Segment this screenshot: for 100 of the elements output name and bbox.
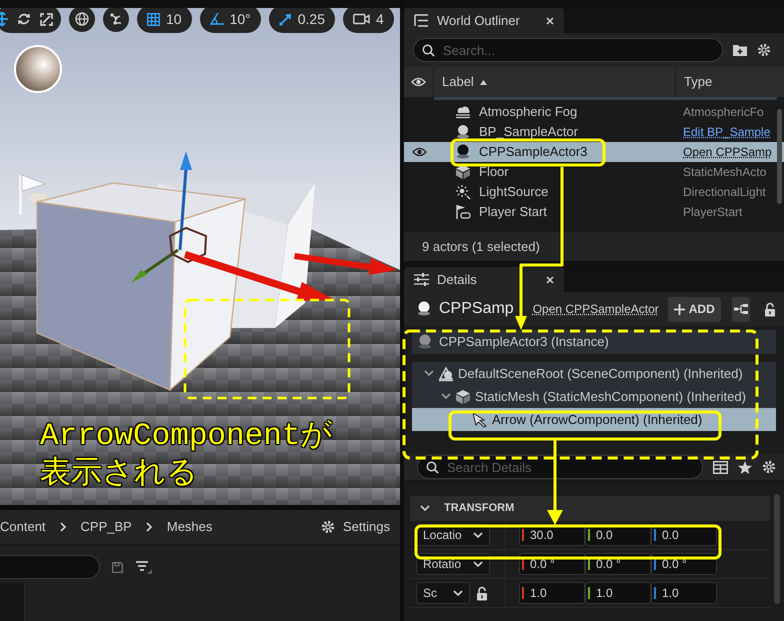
flag-with-gamepad-icon [455, 204, 471, 220]
outliner-row[interactable]: CPPSampleActor3 Open CPPSamp [404, 142, 784, 162]
open-source-link[interactable]: Open CPPSampleActor [532, 300, 659, 318]
actor-type: PlayerStart [682, 204, 742, 221]
save-icon[interactable] [112, 562, 123, 572]
angle-icon [210, 13, 224, 25]
settings-button[interactable]: Settings [321, 517, 390, 537]
grid-icon [147, 12, 160, 26]
component-row[interactable]: DefaultSceneRoot (SceneComponent) (Inherited) [412, 362, 776, 385]
property-dropdown[interactable]: Sc [416, 582, 470, 604]
close-icon[interactable] [546, 16, 554, 24]
expand-chevron-icon[interactable] [424, 370, 434, 377]
chevron-down-icon[interactable] [473, 560, 483, 568]
viewport-scene-drawing[interactable] [0, 8, 400, 505]
breadcrumb-link[interactable]: CPP_BP [80, 517, 132, 537]
rotate-icon[interactable] [17, 12, 31, 26]
number-field[interactable]: 1.0 [585, 582, 651, 604]
filter-icon[interactable] [135, 560, 152, 574]
number-field[interactable]: 1.0 [519, 582, 585, 604]
instance-row[interactable]: CPPSampleActor3 (Instance) [412, 330, 776, 354]
sun-icon [455, 184, 471, 200]
sphere-on-base-icon [417, 334, 433, 350]
actor-label: LightSource [479, 183, 548, 202]
component-row[interactable]: StaticMesh (StaticMeshComponent) (Inherited) [412, 385, 776, 408]
scene-root-icon [438, 366, 454, 382]
scrollbar-thumb[interactable] [774, 494, 780, 604]
camera-icon [353, 13, 370, 25]
outliner-row[interactable]: BP_SampleActor Edit BP_Sample [404, 122, 784, 142]
actor-type-link[interactable]: Open CPPSamp [676, 143, 772, 161]
actor-type: DirectionalLight [682, 184, 766, 201]
breadcrumb-link[interactable]: Content [0, 517, 46, 537]
actor-label: Atmospheric Fog [479, 103, 578, 122]
actor-label: Floor [479, 163, 509, 182]
arrow-pointer-icon [472, 412, 488, 428]
search-field[interactable] [0, 555, 100, 579]
breadcrumb-separator-icon[interactable] [146, 522, 153, 532]
add-component-button[interactable]: ADD [668, 296, 721, 322]
search-icon [422, 44, 435, 56]
padlock-open-icon[interactable] [764, 302, 776, 316]
actor-label: BP_SampleActor [479, 123, 578, 142]
breadcrumb-separator-icon[interactable] [60, 522, 67, 532]
chevron-down-icon[interactable] [453, 590, 463, 596]
tab-title: Details [437, 270, 477, 289]
search-box[interactable]: Search... [413, 38, 723, 62]
number-field[interactable]: 1.0 [651, 582, 717, 604]
cube-icon [455, 388, 471, 404]
annotation-caption: 表示される [40, 456, 199, 494]
sphere-on-base-icon [416, 301, 432, 317]
search-icon [426, 460, 439, 474]
chevron-down-icon[interactable] [473, 532, 483, 538]
sort-ascending-icon[interactable] [480, 80, 487, 84]
close-icon[interactable] [546, 276, 554, 284]
padlock-open-icon[interactable] [476, 586, 488, 600]
actor-type-link[interactable]: Edit BP_Sample [676, 123, 770, 141]
details-tab[interactable]: Details [404, 267, 564, 292]
outliner-icon [414, 14, 429, 27]
camera-speed-button[interactable]: 4 [343, 8, 394, 33]
table-view-icon[interactable] [713, 460, 728, 474]
column-header[interactable]: Label [442, 72, 474, 92]
sliders-icon [414, 273, 429, 286]
scrollbar-thumb[interactable] [777, 109, 782, 204]
search-box[interactable]: Search Details [417, 455, 703, 479]
outliner-row[interactable]: Floor StaticMeshActo [404, 162, 784, 182]
scale-snap-button[interactable]: 0.25 [268, 8, 335, 33]
settings-icon[interactable] [757, 43, 771, 57]
cloud-icon [455, 104, 471, 120]
actor-count: 9 actors (1 selected) [422, 238, 540, 256]
settings-icon[interactable] [762, 460, 776, 474]
outliner-tab[interactable]: World Outliner [404, 8, 564, 33]
outliner-row[interactable]: Atmospheric Fog AtmosphericFo [404, 102, 784, 122]
grid-snap-button[interactable]: 10 [137, 8, 192, 33]
eye-icon[interactable] [412, 147, 426, 157]
collapse-chevron-icon[interactable] [420, 505, 430, 512]
actor-label: Player Start [479, 203, 547, 222]
actor-type: AtmosphericFo [682, 104, 764, 121]
actor-label: CPPSampleActor3 [479, 143, 588, 162]
hierarchy-icon [734, 304, 748, 314]
column-header[interactable]: Type [676, 72, 712, 92]
diagonal-arrow-icon [278, 12, 292, 26]
plus-icon [674, 304, 685, 314]
cube-icon [455, 164, 471, 180]
angle-snap-button[interactable]: 10° [200, 8, 261, 33]
globe-icon [75, 12, 89, 26]
star-icon[interactable] [738, 460, 752, 474]
section-header[interactable]: TRANSFORM [410, 496, 770, 521]
actor-type: StaticMeshActo [682, 164, 766, 181]
add-folder-icon[interactable] [733, 44, 747, 56]
annotation-caption: ArrowComponentが [40, 418, 332, 456]
settings-icon[interactable] [321, 520, 336, 534]
actor-name: CPPSamp [439, 299, 514, 319]
outliner-row[interactable]: LightSource DirectionalLight [404, 182, 784, 202]
expand-chevron-icon[interactable] [441, 393, 451, 400]
sphere-on-base-icon [455, 144, 471, 160]
outliner-row[interactable]: Player Start PlayerStart [404, 202, 784, 222]
tab-title: World Outliner [437, 12, 520, 30]
snap-nodes-icon [109, 12, 123, 26]
sphere-on-base-icon [455, 124, 471, 140]
blueprint-button[interactable] [732, 296, 750, 322]
scale-icon[interactable] [40, 12, 53, 26]
breadcrumb-link[interactable]: Meshes [166, 517, 212, 537]
